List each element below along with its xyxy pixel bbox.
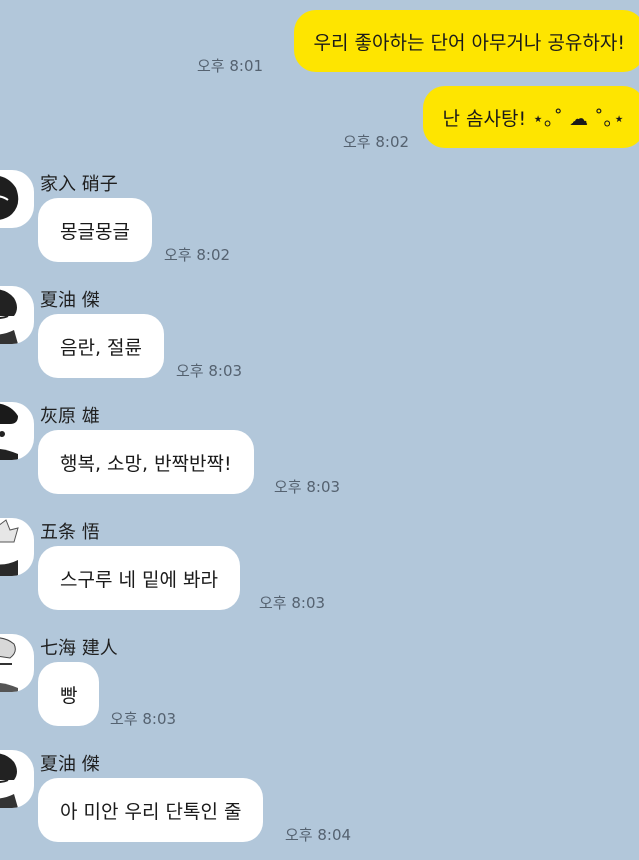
avatar[interactable] <box>0 402 34 460</box>
avatar[interactable] <box>0 634 34 692</box>
profile-image-icon <box>0 519 19 576</box>
outgoing-bubble[interactable]: 난 솜사탕! ⋆｡˚ ☁︎ ˚｡⋆ <box>422 86 639 148</box>
profile-image-icon <box>0 176 19 220</box>
sender-name: 五条 悟 <box>40 522 100 543</box>
incoming-bubble[interactable]: 몽글몽글 <box>38 198 152 262</box>
incoming-bubble[interactable]: 음란, 절륜 <box>38 314 164 378</box>
sender-name: 夏油 傑 <box>40 754 100 775</box>
avatar[interactable] <box>0 518 34 576</box>
incoming-message: 七海 建人 빵 오후 8:03 <box>0 634 639 744</box>
sender-name: 家入 硝子 <box>40 174 118 195</box>
incoming-message: 灰原 雄 행복, 소망, 반짝반짝! 오후 8:03 <box>0 402 639 512</box>
incoming-message: 夏油 傑 음란, 절륜 오후 8:03 <box>0 286 639 396</box>
incoming-message: 五条 悟 스구루 네 밑에 봐라 오후 8:03 <box>0 518 639 628</box>
outgoing-message[interactable]: 우리 좋아하는 단어 아무거나 공유하자! <box>293 10 639 72</box>
message-time: 오후 8:02 <box>164 246 231 264</box>
incoming-bubble[interactable]: 빵 <box>38 662 100 726</box>
message-time: 오후 8:01 <box>197 57 264 75</box>
avatar[interactable] <box>0 170 34 228</box>
outgoing-message[interactable]: 난 솜사탕! ⋆｡˚ ☁︎ ˚｡⋆ <box>422 86 639 148</box>
profile-image-icon <box>0 637 18 692</box>
avatar[interactable] <box>0 750 34 808</box>
message-time: 오후 8:03 <box>274 478 341 496</box>
incoming-bubble[interactable]: 스구루 네 밑에 봐라 <box>38 546 240 610</box>
sender-name: 七海 建人 <box>40 638 118 659</box>
message-time: 오후 8:04 <box>285 826 352 844</box>
message-time: 오후 8:03 <box>176 362 243 380</box>
profile-image-icon <box>0 753 18 808</box>
message-time: 오후 8:03 <box>259 594 326 612</box>
message-time: 오후 8:03 <box>110 710 177 728</box>
outgoing-bubble[interactable]: 우리 좋아하는 단어 아무거나 공유하자! <box>293 10 639 72</box>
incoming-message: 夏油 傑 아 미안 우리 단톡인 줄 오후 8:04 <box>0 750 639 860</box>
incoming-bubble[interactable]: 아 미안 우리 단톡인 줄 <box>38 778 264 842</box>
sender-name: 灰原 雄 <box>40 406 100 427</box>
incoming-bubble[interactable]: 행복, 소망, 반짝반짝! <box>38 430 254 494</box>
avatar[interactable] <box>0 286 34 344</box>
profile-image-icon <box>0 289 18 344</box>
sender-name: 夏油 傑 <box>40 290 100 311</box>
message-time: 오후 8:02 <box>343 133 410 151</box>
profile-image-icon <box>0 403 18 460</box>
incoming-message: 家入 硝子 몽글몽글 오후 8:02 <box>0 170 639 280</box>
